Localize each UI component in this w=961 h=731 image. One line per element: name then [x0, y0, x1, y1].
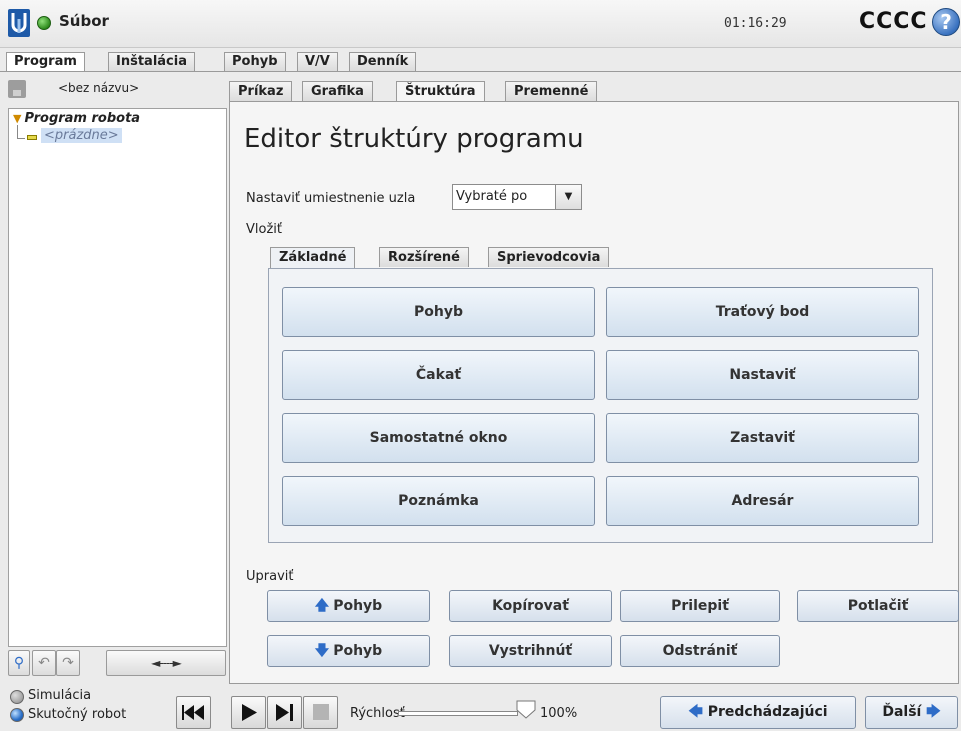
move-up-button[interactable]: 🡅 Pohyb	[267, 590, 430, 622]
ur-logo	[8, 9, 30, 37]
tab-basic[interactable]: Základné	[270, 247, 356, 268]
step-icon	[276, 704, 293, 721]
tab-io[interactable]: V/V	[297, 52, 338, 71]
insert-popup-button[interactable]: Samostatné okno	[282, 413, 595, 463]
program-tree[interactable]: ▼ Program robota <prázdne>	[8, 108, 227, 647]
bottom-bar: Simulácia Skutočný robot Rýchlosť 100% 🡄…	[0, 684, 961, 731]
app-window: Súbor 01:16:29 CCCC ? Program Inštalácia…	[0, 0, 961, 731]
tab-variables[interactable]: Premenné	[505, 81, 598, 101]
real-robot-radio[interactable]	[10, 708, 24, 722]
arrow-right-icon: 🡆	[921, 704, 941, 720]
speed-value: 100%	[540, 706, 578, 721]
program-filename: <bez názvu>	[58, 81, 140, 95]
tree-root-label: Program robota	[24, 111, 141, 126]
rewind-button[interactable]	[176, 696, 211, 729]
copy-button[interactable]: Kopírovať	[449, 590, 612, 622]
robot-name: CCCC	[859, 9, 928, 34]
tab-graphics[interactable]: Grafika	[302, 81, 373, 101]
step-button[interactable]	[267, 696, 302, 729]
tree-connector	[17, 125, 18, 139]
program-file-header: <bez názvu>	[8, 77, 226, 101]
speed-label: Rýchlosť	[350, 706, 405, 721]
previous-button[interactable]: 🡄 Predchádzajúci	[660, 696, 856, 729]
rewind-icon	[182, 705, 204, 720]
tab-command[interactable]: Príkaz	[229, 81, 293, 101]
save-icon[interactable]	[8, 80, 26, 98]
undo-icon[interactable]: ↶	[32, 650, 56, 676]
insert-move-button[interactable]: Pohyb	[282, 287, 595, 337]
status-ok-icon	[37, 16, 51, 30]
speed-slider-handle[interactable]	[515, 699, 537, 719]
chevron-down-icon[interactable]: ▼	[555, 185, 581, 209]
tab-move[interactable]: Pohyb	[224, 52, 286, 71]
move-down-label: Pohyb	[333, 643, 383, 659]
tree-connector	[17, 138, 25, 139]
arrow-up-icon: 🡅	[314, 598, 330, 614]
speed-slider[interactable]	[398, 711, 518, 716]
tab-log[interactable]: Denník	[349, 52, 417, 71]
edit-label: Upraviť	[246, 569, 294, 584]
file-menu[interactable]: Súbor	[59, 12, 109, 30]
tab-program[interactable]: Program	[6, 52, 85, 72]
simulation-radio[interactable]	[10, 690, 24, 704]
move-node-button[interactable]: ◄----►	[106, 650, 226, 676]
tree-root-item[interactable]: ▼ Program robota	[13, 111, 140, 126]
page-title: Editor štruktúry programu	[244, 124, 584, 154]
tree-toolbar: ⚲ ↶ ↷ ◄----►	[8, 650, 227, 676]
next-label: Ďalší	[882, 704, 922, 720]
tree-child-empty[interactable]: <prázdne>	[41, 128, 122, 143]
structure-editor-panel: Editor štruktúry programu Nastaviť umies…	[229, 101, 959, 684]
clock: 01:16:29	[724, 16, 787, 31]
zoom-icon[interactable]: ⚲	[8, 650, 30, 676]
help-icon[interactable]: ?	[932, 8, 960, 36]
simulation-label: Simulácia	[28, 688, 92, 703]
insert-buttons-box: Pohyb Traťový bod Čakať Nastaviť Samosta…	[268, 268, 933, 543]
play-button[interactable]	[231, 696, 266, 729]
tab-divider	[0, 71, 961, 72]
tab-installation[interactable]: Inštalácia	[108, 52, 195, 71]
previous-label: Predchádzajúci	[707, 704, 828, 720]
top-bar: Súbor 01:16:29 CCCC ?	[0, 0, 961, 48]
insert-set-button[interactable]: Nastaviť	[606, 350, 919, 400]
redo-icon[interactable]: ↷	[56, 650, 80, 676]
insert-label: Vložiť	[246, 222, 282, 237]
arrow-left-icon: 🡄	[688, 704, 708, 720]
insert-halt-button[interactable]: Zastaviť	[606, 413, 919, 463]
tab-wizards[interactable]: Sprievodcovia	[488, 247, 610, 267]
play-icon	[242, 704, 257, 721]
next-button[interactable]: Ďalší 🡆	[865, 696, 958, 729]
tab-structure[interactable]: Štruktúra	[396, 81, 485, 102]
real-robot-label: Skutočný robot	[28, 707, 127, 722]
suppress-button[interactable]: Potlačiť	[797, 590, 959, 622]
insert-wait-button[interactable]: Čakať	[282, 350, 595, 400]
stop-button[interactable]	[303, 696, 338, 729]
tab-advanced[interactable]: Rozšírené	[379, 247, 470, 267]
empty-node-icon	[27, 135, 37, 140]
insert-waypoint-button[interactable]: Traťový bod	[606, 287, 919, 337]
node-position-label: Nastaviť umiestnenie uzla	[246, 191, 416, 206]
node-position-value: Vybraté po	[456, 189, 528, 204]
arrow-down-icon: 🡇	[314, 643, 330, 659]
move-up-label: Pohyb	[333, 598, 383, 614]
insert-folder-button[interactable]: Adresár	[606, 476, 919, 526]
stop-icon	[313, 704, 329, 720]
move-down-button[interactable]: 🡇 Pohyb	[267, 635, 430, 667]
insert-comment-button[interactable]: Poznámka	[282, 476, 595, 526]
delete-button[interactable]: Odstrániť	[620, 635, 780, 667]
cut-button[interactable]: Vystrihnúť	[449, 635, 612, 667]
expand-triangle-icon[interactable]: ▼	[13, 112, 21, 125]
node-position-select[interactable]: Vybraté po ▼	[452, 184, 582, 210]
paste-button[interactable]: Prilepiť	[620, 590, 780, 622]
